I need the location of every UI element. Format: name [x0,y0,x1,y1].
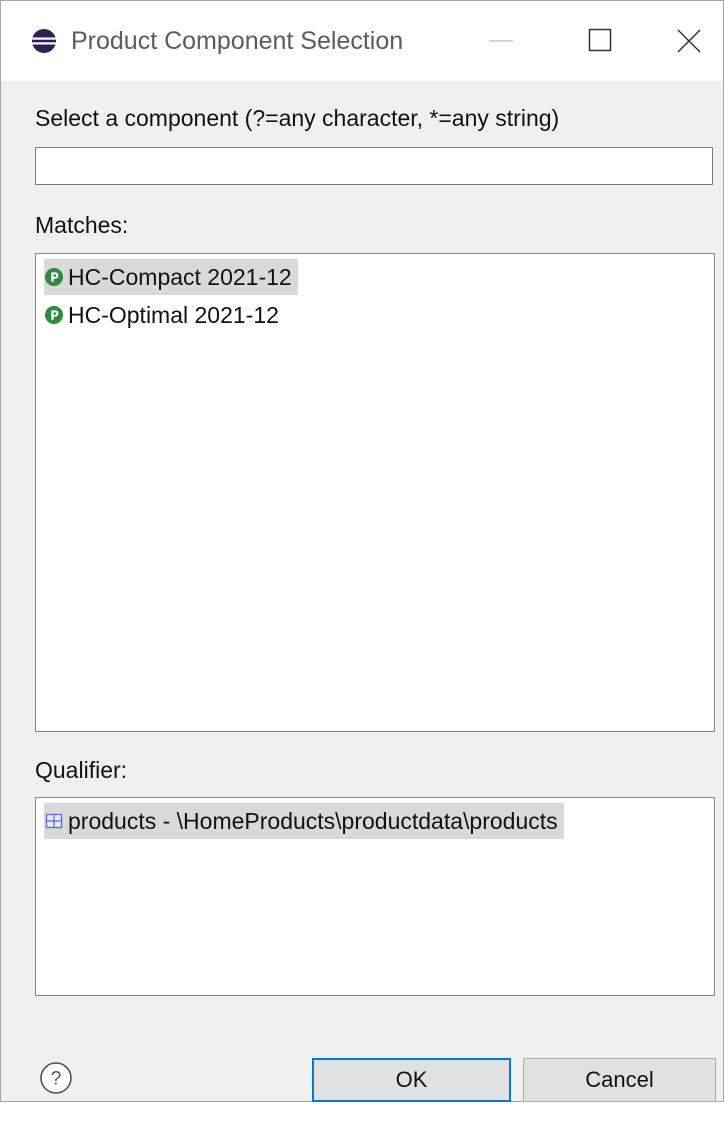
window-title: Product Component Selection [71,27,404,55]
minimize-icon[interactable] [481,21,521,61]
list-item[interactable]: HC-Compact 2021-12 [44,259,298,295]
ok-button[interactable]: OK [312,1058,511,1102]
help-icon[interactable]: ? [39,1061,73,1095]
component-filter-input[interactable] [35,147,713,185]
product-icon [45,306,63,324]
list-item-label: products - \HomeProducts\productdata\pro… [68,807,558,834]
qualifier-label: Qualifier: [35,757,128,783]
product-icon [45,268,63,286]
dialog-window: Product Component Selection Select a com… [0,0,724,1102]
qualifier-list[interactable]: products - \HomeProducts\productdata\pro… [35,797,715,996]
list-item[interactable]: products - \HomeProducts\productdata\pro… [44,803,564,839]
list-item[interactable]: HC-Optimal 2021-12 [44,297,285,333]
cancel-button[interactable]: Cancel [523,1058,716,1102]
title-bar[interactable]: Product Component Selection [1,1,723,81]
filter-label: Select a component (?=any character, *=a… [35,105,560,131]
list-item-label: HC-Compact 2021-12 [68,263,292,290]
list-item-label: HC-Optimal 2021-12 [68,301,279,328]
package-icon [45,813,63,829]
matches-list[interactable]: HC-Compact 2021-12 HC-Optimal 2021-12 [35,253,715,732]
matches-label: Matches: [35,212,129,238]
maximize-icon[interactable] [581,21,621,61]
svg-text:?: ? [51,1069,62,1090]
close-icon[interactable] [669,21,709,61]
eclipse-icon [32,29,56,53]
